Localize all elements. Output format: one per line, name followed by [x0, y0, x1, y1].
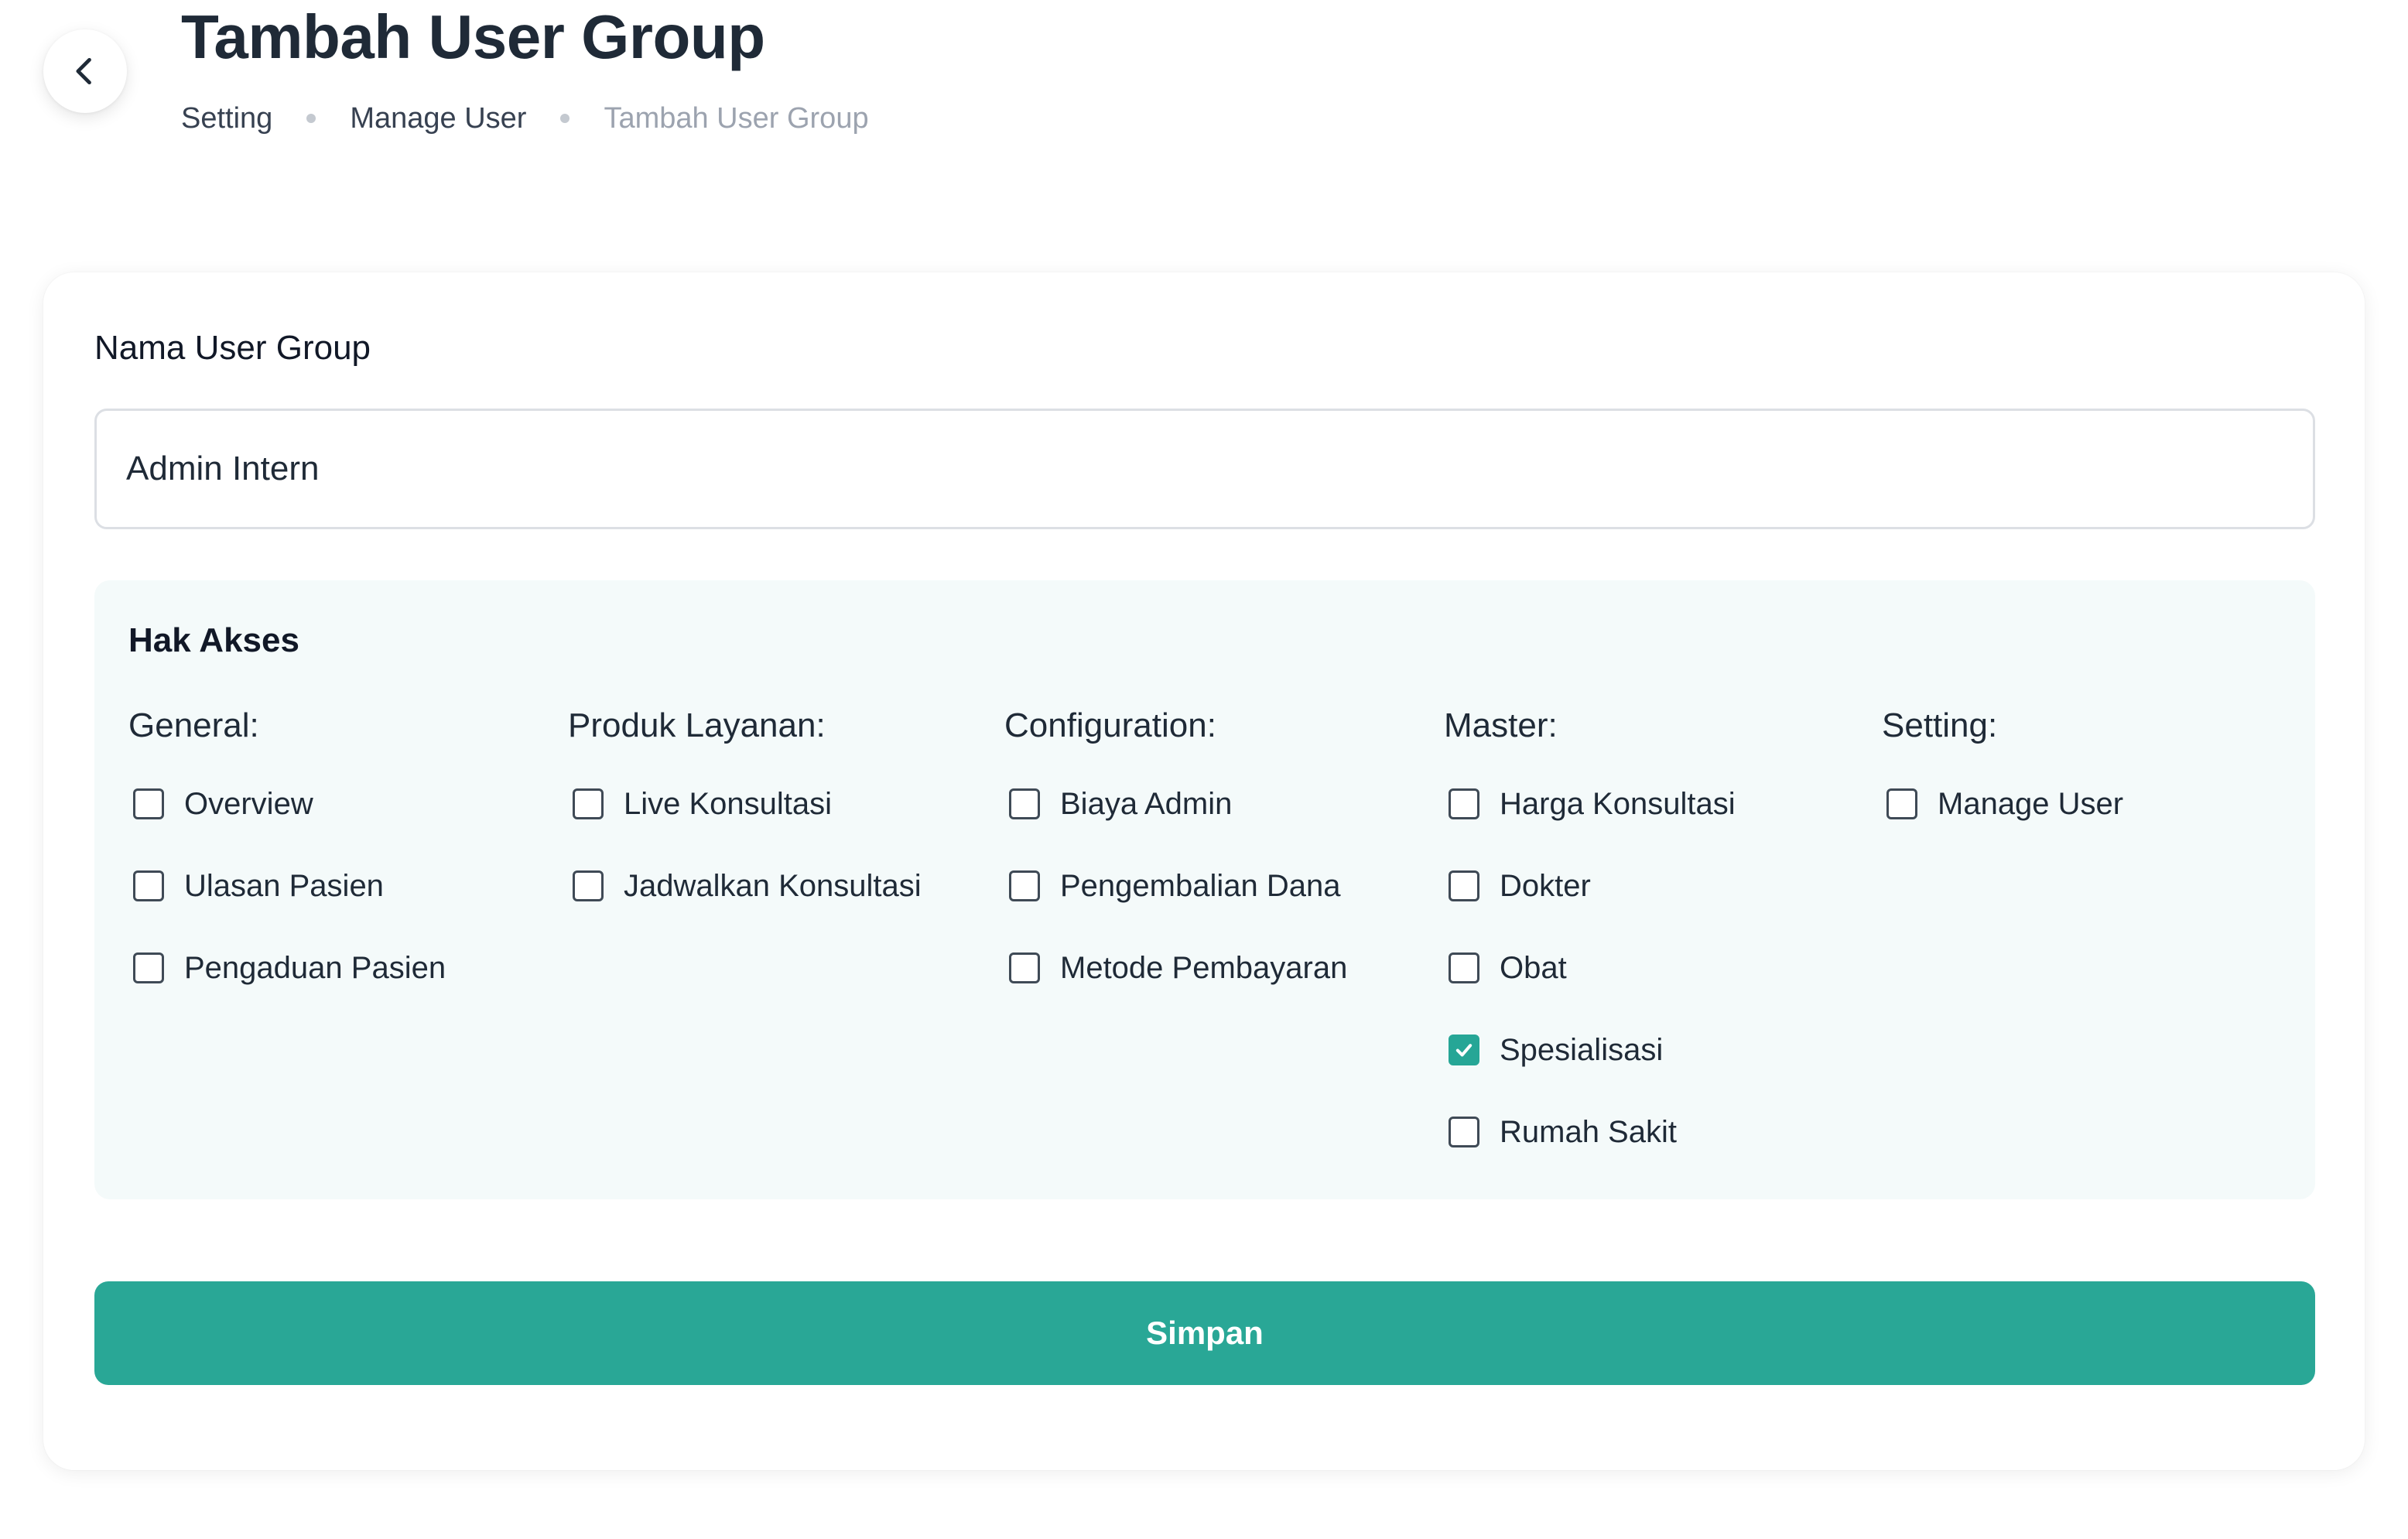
access-group-title: Master: — [1444, 706, 1558, 744]
checkbox[interactable] — [573, 788, 604, 819]
checkbox[interactable] — [1009, 952, 1040, 983]
checkbox[interactable] — [1449, 788, 1479, 819]
checkbox[interactable] — [1449, 870, 1479, 901]
checkbox[interactable] — [1886, 788, 1917, 819]
checkbox[interactable] — [133, 788, 164, 819]
option-spesialisasi[interactable]: Spesialisasi — [1444, 1024, 1736, 1076]
option-label: Pengaduan Pasien — [184, 951, 446, 985]
option-biaya-admin[interactable]: Biaya Admin — [1004, 778, 1347, 829]
option-label: Pengembalian Dana — [1060, 869, 1341, 903]
checkbox[interactable] — [573, 870, 604, 901]
option-label: Metode Pembayaran — [1060, 951, 1348, 985]
breadcrumb-separator — [306, 114, 316, 123]
option-label: Biaya Admin — [1060, 787, 1233, 821]
checkbox[interactable] — [1009, 870, 1040, 901]
access-group-title: Produk Layanan: — [568, 706, 826, 744]
option-label: Harga Konsultasi — [1500, 787, 1736, 821]
option-jadwalkan-konsultasi[interactable]: Jadwalkan Konsultasi — [568, 860, 922, 911]
option-harga-konsultasi[interactable]: Harga Konsultasi — [1444, 778, 1736, 829]
access-group-general: General: Overview Ulasan Pasien Pengadua… — [128, 704, 446, 1024]
page-title: Tambah User Group — [181, 2, 765, 71]
access-group-configuration: Configuration: Biaya Admin Pengembalian … — [1004, 704, 1347, 1024]
access-group-title: General: — [128, 706, 259, 744]
checkbox-checked[interactable] — [1449, 1035, 1479, 1065]
user-group-name-input[interactable] — [94, 409, 2315, 529]
option-manage-user[interactable]: Manage User — [1882, 778, 2123, 829]
option-rumah-sakit[interactable]: Rumah Sakit — [1444, 1106, 1736, 1158]
breadcrumb-current: Tambah User Group — [604, 102, 869, 135]
option-label: Rumah Sakit — [1500, 1115, 1677, 1149]
access-rights-panel: Hak Akses General: Overview Ulasan Pasie… — [94, 580, 2315, 1199]
option-obat[interactable]: Obat — [1444, 942, 1736, 994]
access-group-title: Configuration: — [1004, 706, 1216, 744]
option-ulasan-pasien[interactable]: Ulasan Pasien — [128, 860, 446, 911]
option-dokter[interactable]: Dokter — [1444, 860, 1736, 911]
option-label: Spesialisasi — [1500, 1033, 1664, 1067]
breadcrumb-setting[interactable]: Setting — [181, 99, 272, 138]
access-rights-title: Hak Akses — [128, 621, 299, 659]
save-button[interactable]: Simpan — [94, 1281, 2315, 1385]
access-group-setting: Setting: Manage User — [1882, 704, 2123, 860]
checkbox[interactable] — [133, 870, 164, 901]
breadcrumb: Setting Manage User Tambah User Group — [181, 99, 869, 138]
option-live-konsultasi[interactable]: Live Konsultasi — [568, 778, 922, 829]
checkbox[interactable] — [1449, 952, 1479, 983]
access-group-title: Setting: — [1882, 706, 1998, 744]
chevron-left-icon — [76, 57, 91, 85]
option-label: Overview — [184, 787, 313, 821]
option-label: Manage User — [1938, 787, 2124, 821]
option-label: Obat — [1500, 951, 1567, 985]
checkmark-icon — [1455, 1044, 1473, 1057]
back-button[interactable] — [43, 29, 127, 113]
access-group-master: Master: Harga Konsultasi Dokter Obat Spe… — [1444, 704, 1736, 1188]
user-group-name-label: Nama User Group — [94, 329, 371, 367]
option-label: Jadwalkan Konsultasi — [624, 869, 922, 903]
checkbox[interactable] — [133, 952, 164, 983]
option-label: Dokter — [1500, 869, 1591, 903]
option-pengaduan-pasien[interactable]: Pengaduan Pasien — [128, 942, 446, 994]
checkbox[interactable] — [1449, 1117, 1479, 1147]
option-overview[interactable]: Overview — [128, 778, 446, 829]
form-card: Nama User Group Hak Akses General: Overv… — [43, 272, 2365, 1470]
breadcrumb-separator — [560, 114, 570, 123]
checkbox[interactable] — [1009, 788, 1040, 819]
option-label: Ulasan Pasien — [184, 869, 384, 903]
access-group-produk-layanan: Produk Layanan: Live Konsultasi Jadwalka… — [568, 704, 922, 942]
breadcrumb-manage-user[interactable]: Manage User — [350, 99, 526, 138]
option-pengembalian-dana[interactable]: Pengembalian Dana — [1004, 860, 1347, 911]
option-label: Live Konsultasi — [624, 787, 833, 821]
option-metode-pembayaran[interactable]: Metode Pembayaran — [1004, 942, 1347, 994]
